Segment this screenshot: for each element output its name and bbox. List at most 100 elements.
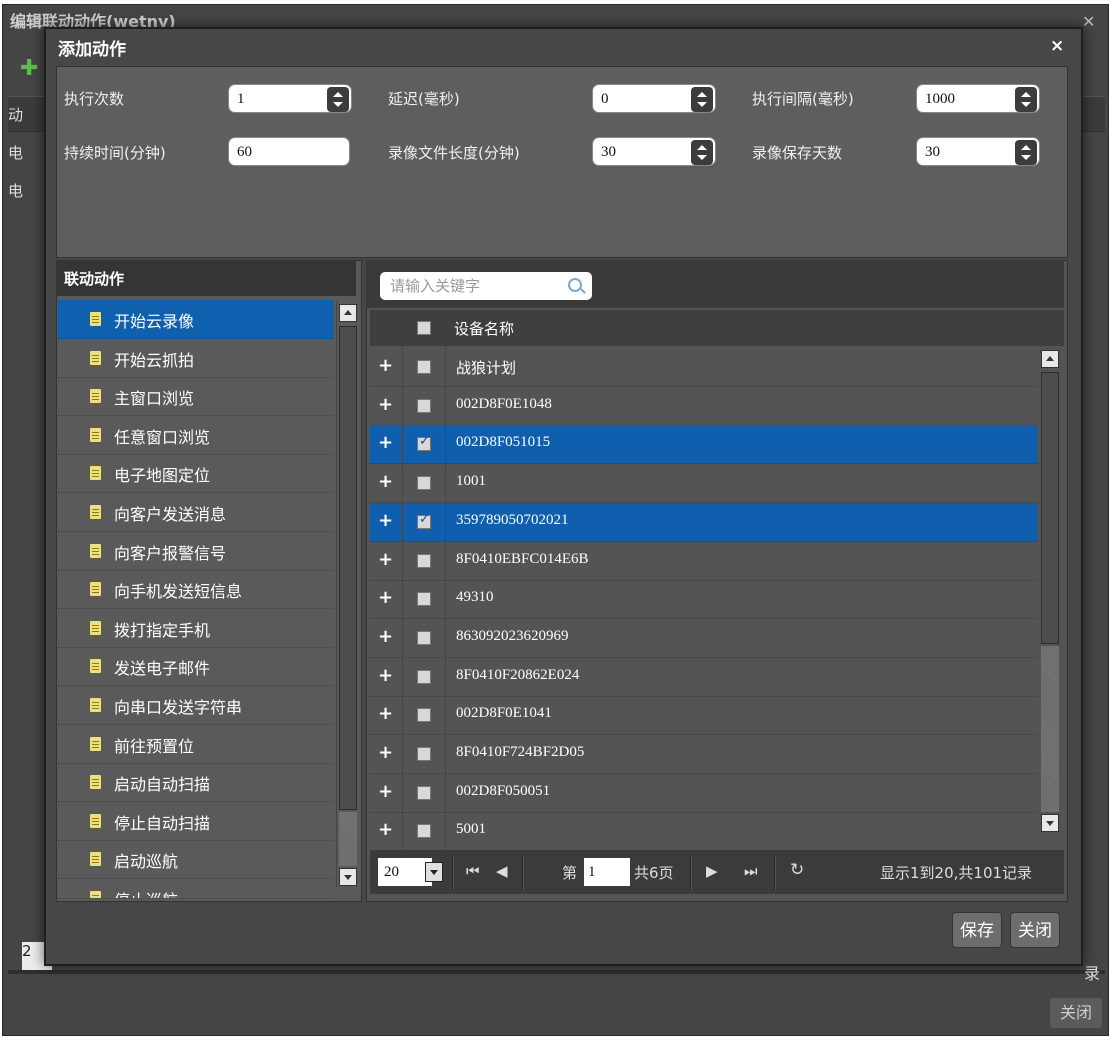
close-icon[interactable]: × — [1050, 36, 1064, 56]
action-list-item[interactable]: 向客户发送消息 — [58, 493, 334, 532]
expand-plus-icon[interactable]: + — [378, 587, 393, 608]
action-list-item[interactable]: 向手机发送短信息 — [58, 570, 334, 609]
row-checkbox[interactable] — [417, 512, 431, 529]
action-item-label: 前往预置位 — [114, 737, 195, 756]
spinner-icon[interactable] — [1015, 140, 1037, 165]
document-icon — [90, 389, 101, 403]
refresh-icon[interactable]: ↻ — [790, 860, 804, 880]
table-row[interactable]: +5001 — [370, 812, 1038, 851]
scroll-track[interactable] — [339, 812, 357, 866]
row-checkbox[interactable] — [417, 786, 431, 800]
action-list-item[interactable]: 发送电子邮件 — [58, 647, 334, 686]
action-list-item[interactable]: 启动自动扫描 — [58, 763, 334, 802]
record-length-input[interactable]: 30 — [592, 137, 716, 166]
action-list-item[interactable]: 向客户报警信号 — [58, 532, 334, 571]
action-list-item[interactable]: 向串口发送字符串 — [58, 686, 334, 725]
table-row[interactable]: +8F0410EBFC014E6B — [370, 542, 1038, 581]
record-days-input[interactable]: 30 — [916, 137, 1040, 166]
row-checkbox[interactable] — [417, 399, 431, 413]
action-list-item[interactable]: 停止巡航 — [58, 879, 334, 899]
action-item-label: 停止自动扫描 — [114, 814, 211, 833]
expand-plus-icon[interactable]: + — [378, 471, 393, 492]
expand-plus-icon[interactable]: + — [378, 665, 393, 686]
action-list-item[interactable]: 拨打指定手机 — [58, 609, 334, 648]
table-row[interactable]: +863092023620969 — [370, 619, 1038, 658]
spinner-icon[interactable] — [1015, 87, 1037, 112]
table-row[interactable]: +1001 — [370, 464, 1038, 503]
action-list-item[interactable]: 启动巡航 — [58, 840, 334, 879]
row-checkbox[interactable] — [417, 708, 431, 722]
next-page-icon[interactable]: ▶ — [706, 862, 718, 880]
scroll-down-icon[interactable] — [339, 868, 357, 886]
action-list-item[interactable]: 任意窗口浏览 — [58, 416, 334, 455]
column-divider — [445, 735, 447, 773]
table-row[interactable]: +002D8F051015 — [370, 425, 1038, 464]
exec-count-input[interactable]: 1 — [228, 84, 352, 113]
expand-plus-icon[interactable]: + — [378, 510, 393, 531]
expand-plus-icon[interactable]: + — [378, 742, 393, 763]
expand-plus-icon[interactable]: + — [378, 355, 393, 376]
expand-plus-icon[interactable]: + — [378, 549, 393, 570]
device-name-column-header[interactable]: 设备名称 — [454, 318, 514, 339]
action-list-scrollbar[interactable] — [336, 302, 359, 887]
spinner-icon[interactable] — [691, 87, 713, 112]
expand-plus-icon[interactable]: + — [378, 626, 393, 647]
last-page-icon[interactable]: ⏭ — [744, 862, 758, 880]
search-input[interactable]: 请输入关键字 — [380, 272, 592, 300]
chevron-down-icon[interactable] — [425, 862, 443, 882]
scroll-thumb[interactable] — [1041, 372, 1059, 644]
row-checkbox[interactable] — [417, 434, 431, 451]
save-button[interactable]: 保存 — [952, 912, 1002, 948]
row-checkbox[interactable] — [417, 476, 431, 490]
row-checkbox[interactable] — [417, 631, 431, 645]
delay-input[interactable]: 0 — [592, 84, 716, 113]
row-checkbox[interactable] — [417, 554, 431, 568]
row-checkbox[interactable] — [417, 360, 431, 374]
exec-interval-input[interactable]: 1000 — [916, 84, 1040, 113]
expand-plus-icon[interactable]: + — [378, 819, 393, 840]
action-list-item[interactable]: 停止自动扫描 — [58, 802, 334, 841]
page-number-input[interactable]: 1 — [584, 858, 630, 886]
page-size-select[interactable]: 20 — [378, 858, 432, 886]
expand-plus-icon[interactable]: + — [378, 781, 393, 802]
row-checkbox[interactable] — [417, 592, 431, 606]
outer-close-icon[interactable]: ✕ — [1082, 12, 1095, 31]
grid-scrollbar[interactable] — [1038, 346, 1062, 848]
row-checkbox[interactable] — [417, 670, 431, 684]
column-divider — [402, 542, 404, 580]
close-button[interactable]: 关闭 — [1010, 912, 1060, 948]
table-row[interactable]: +002D8F0E1041 — [370, 696, 1038, 735]
table-row[interactable]: +49310 — [370, 580, 1038, 619]
scroll-track[interactable] — [1041, 646, 1059, 812]
scroll-up-icon[interactable] — [339, 304, 357, 322]
select-all-checkbox[interactable] — [417, 321, 431, 335]
action-list-item[interactable]: 开始云抓拍 — [58, 339, 334, 378]
row-checkbox[interactable] — [417, 747, 431, 761]
expand-plus-icon[interactable]: + — [378, 394, 393, 415]
search-icon[interactable] — [568, 278, 582, 292]
table-row[interactable]: +002D8F050051 — [370, 774, 1038, 813]
first-page-icon[interactable]: ⏮ — [466, 862, 480, 880]
table-row[interactable]: +8F0410F20862E024 — [370, 658, 1038, 697]
action-list-item[interactable]: 电子地图定位 — [58, 454, 334, 493]
expand-plus-icon[interactable]: + — [378, 432, 393, 453]
action-list-item[interactable]: 前往预置位 — [58, 725, 334, 764]
scroll-up-icon[interactable] — [1041, 350, 1059, 368]
outer-close-button[interactable]: 关闭 — [1050, 998, 1102, 1028]
outer-row-label: 动 — [8, 106, 24, 124]
spinner-icon[interactable] — [691, 140, 713, 165]
duration-input[interactable]: 60 — [228, 137, 350, 166]
action-list-item[interactable]: 开始云录像 — [58, 300, 334, 339]
table-row[interactable]: +002D8F0E1048 — [370, 387, 1038, 426]
table-row[interactable]: +359789050702021 — [370, 503, 1038, 542]
expand-plus-icon[interactable]: + — [378, 703, 393, 724]
table-row[interactable]: + 战狼计划 — [370, 348, 1038, 387]
scroll-down-icon[interactable] — [1041, 814, 1059, 832]
action-list-item[interactable]: 主窗口浏览 — [58, 377, 334, 416]
spinner-icon[interactable] — [327, 87, 349, 112]
scroll-thumb[interactable] — [339, 326, 357, 810]
table-row[interactable]: +8F0410F724BF2D05 — [370, 735, 1038, 774]
row-checkbox[interactable] — [417, 824, 431, 838]
prev-page-icon[interactable]: ◀ — [496, 862, 508, 880]
plus-icon[interactable]: ✚ — [20, 56, 38, 81]
